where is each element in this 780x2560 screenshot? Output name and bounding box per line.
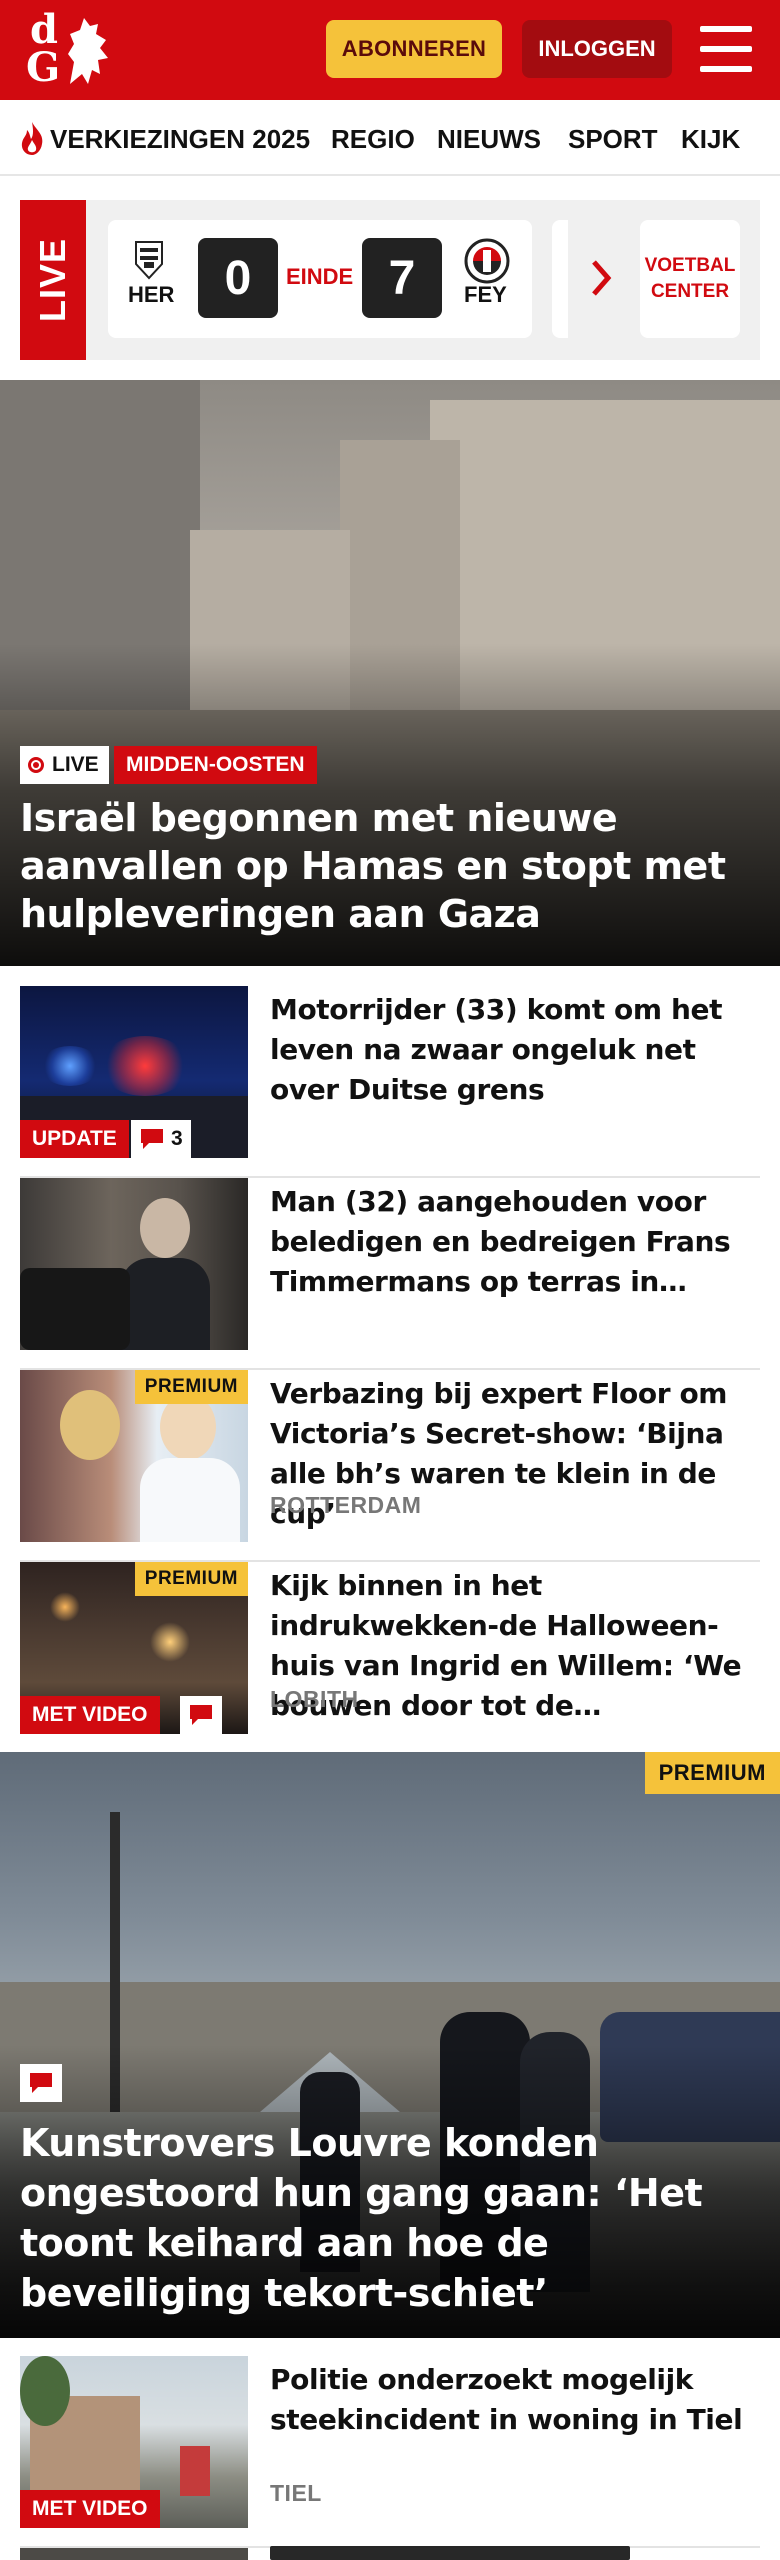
article-thumbnail [20,2548,248,2560]
update-tag: UPDATE [20,1120,129,1158]
home-score: 0 [198,238,278,318]
live-scores: LIVE HER 0 EINDE 7 FEY VOETBAL CENTER [20,200,760,360]
heracles-crest-icon [135,241,163,280]
hero-title[interactable]: Kunstrovers Louvre konden ongestoord hun… [20,2118,760,2318]
live-badge: LIVE [20,746,109,784]
category-badge: MIDDEN-OOSTEN [114,746,317,784]
comment-icon [141,1129,163,1149]
comment-icon [190,1705,212,1725]
nav-item-regio[interactable]: REGIO [331,124,415,155]
chevron-right-icon[interactable] [588,258,614,298]
list-item[interactable]: Man (32) aangehouden voor beledigen en b… [20,1178,760,1370]
comment-button[interactable] [180,1696,222,1734]
comment-button[interactable] [20,2064,62,2102]
logo-letter-g: G [26,44,61,91]
match-status: EINDE [286,264,354,289]
video-tag: MET VIDEO [20,2490,160,2528]
next-match-card[interactable] [552,220,568,338]
hero-title[interactable]: Israël begonnen met nieuwe aanvallen op … [20,794,740,938]
article-thumbnail: PREMIUM [20,1370,248,1542]
list-item[interactable]: PREMIUM Verbazing bij expert Floor om Vi… [20,1370,760,1562]
nav-item-nieuws[interactable]: NIEUWS [437,124,541,155]
article-title[interactable]: Motorrijder (33) komt om het leven na zw… [270,990,760,1110]
away-score: 7 [362,238,442,318]
article-thumbnail [20,1178,248,1350]
premium-badge: PREMIUM [134,1370,248,1404]
article-location: LOBITH [270,1686,359,1712]
article-location: TIEL [270,2480,322,2506]
nav-item-sport[interactable]: SPORT [568,124,658,155]
away-team: FEY [464,282,507,307]
nav-item-kijk[interactable]: KIJK [681,124,740,155]
list-item[interactable]: MET VIDEO Politie onderzoekt mogelijk st… [20,2356,760,2548]
feyenoord-crest-icon [464,238,510,284]
main-nav: VERKIEZINGEN 2025 REGIO NIEUWS SPORT KIJ… [0,100,780,176]
home-team: HER [128,282,175,307]
comment-icon [30,2073,52,2093]
nav-item-verkiezingen[interactable]: VERKIEZINGEN 2025 [50,124,310,155]
comment-count[interactable]: 3 [131,1120,191,1158]
premium-badge: PREMIUM [644,1752,780,1794]
list-item[interactable]: UPDATE 3 Motorrijder (33) komt om het le… [20,986,760,1178]
site-logo[interactable]: d G [20,8,120,92]
hero-article[interactable]: LIVE MIDDEN-OOSTEN Israël begonnen met n… [0,380,780,966]
article-location: ROTTERDAM [270,1492,422,1518]
article-title[interactable]: Politie onderzoekt mogelijk steekinciden… [270,2360,760,2440]
horse-crest-icon [68,18,108,84]
top-bar: d G ABONNEREN INLOGGEN [0,0,780,100]
article-title[interactable]: Man (32) aangehouden voor beledigen en b… [270,1182,760,1302]
next-article-title-peek [270,2546,630,2560]
menu-icon[interactable] [700,26,752,72]
video-tag: MET VIDEO [20,1696,160,1734]
live-label: LIVE [20,200,86,360]
premium-badge: PREMIUM [134,1562,248,1596]
list-item[interactable]: PREMIUM MET VIDEO Kijk binnen in het ind… [20,1562,760,1754]
match-card[interactable]: HER 0 EINDE 7 FEY [108,220,532,338]
hero-article-2[interactable]: PREMIUM Kunstrovers Louvre konden ongest… [0,1752,780,2338]
login-button[interactable]: INLOGGEN [522,20,672,78]
voetbal-center-link[interactable]: VOETBAL CENTER [640,220,740,338]
flame-icon [21,122,43,155]
subscribe-button[interactable]: ABONNEREN [326,20,502,78]
